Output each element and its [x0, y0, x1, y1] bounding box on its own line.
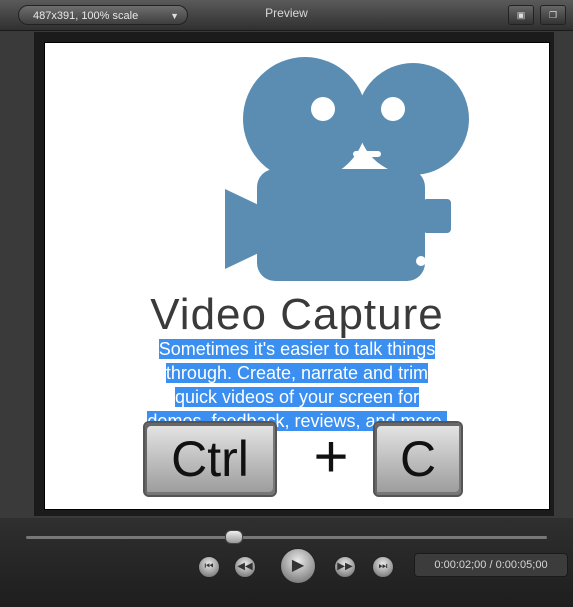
fast-forward-button[interactable]: ▶▶: [334, 556, 356, 578]
skip-to-end-icon: ⏭: [378, 561, 388, 572]
popout-button[interactable]: ❐: [540, 5, 566, 25]
skip-to-start-icon: ⏮: [204, 561, 214, 572]
description-line: through. Create, narrate and trim: [165, 363, 429, 383]
slide-headline: Video Capture: [150, 290, 444, 339]
rewind-button[interactable]: ◀◀: [234, 556, 256, 578]
description-line: quick videos of your screen for: [174, 387, 420, 407]
preview-canvas[interactable]: Video Capture Sometimes it's easier to t…: [44, 42, 550, 510]
popout-window-icon: ❐: [548, 10, 558, 20]
video-camera-icon: [225, 57, 469, 281]
timeline-track[interactable]: [26, 536, 547, 539]
preview-titlebar: 487x391, 100% scale ▼ Preview ▣ ❐: [0, 0, 573, 31]
c-key: C: [373, 421, 463, 497]
playback-controls: ⏮ ◀◀ ▶ ▶▶ ⏭ 0:00:02;00 / 0:00:05;00: [0, 518, 573, 607]
preview-title: Preview: [265, 6, 308, 20]
preview-window: 487x391, 100% scale ▼ Preview ▣ ❐ Video …: [0, 0, 573, 607]
timeline-scrubber[interactable]: [225, 530, 244, 544]
time-display: 0:00:02;00 / 0:00:05;00: [414, 553, 568, 577]
fast-forward-icon: ▶▶: [337, 561, 353, 572]
fit-screen-button[interactable]: ▣: [508, 5, 534, 25]
fit-screen-icon: ▣: [516, 10, 526, 20]
shortcut-keys: Ctrl + C: [45, 415, 549, 505]
description-line: Sometimes it's easier to talk things: [158, 339, 436, 359]
plus-sign: +: [313, 423, 349, 490]
play-icon: ▶: [291, 557, 305, 574]
play-button[interactable]: ▶: [280, 548, 316, 584]
skip-to-end-button[interactable]: ⏭: [372, 556, 394, 578]
skip-to-start-button[interactable]: ⏮: [198, 556, 220, 578]
rewind-icon: ◀◀: [237, 561, 253, 572]
ctrl-key: Ctrl: [143, 421, 277, 497]
